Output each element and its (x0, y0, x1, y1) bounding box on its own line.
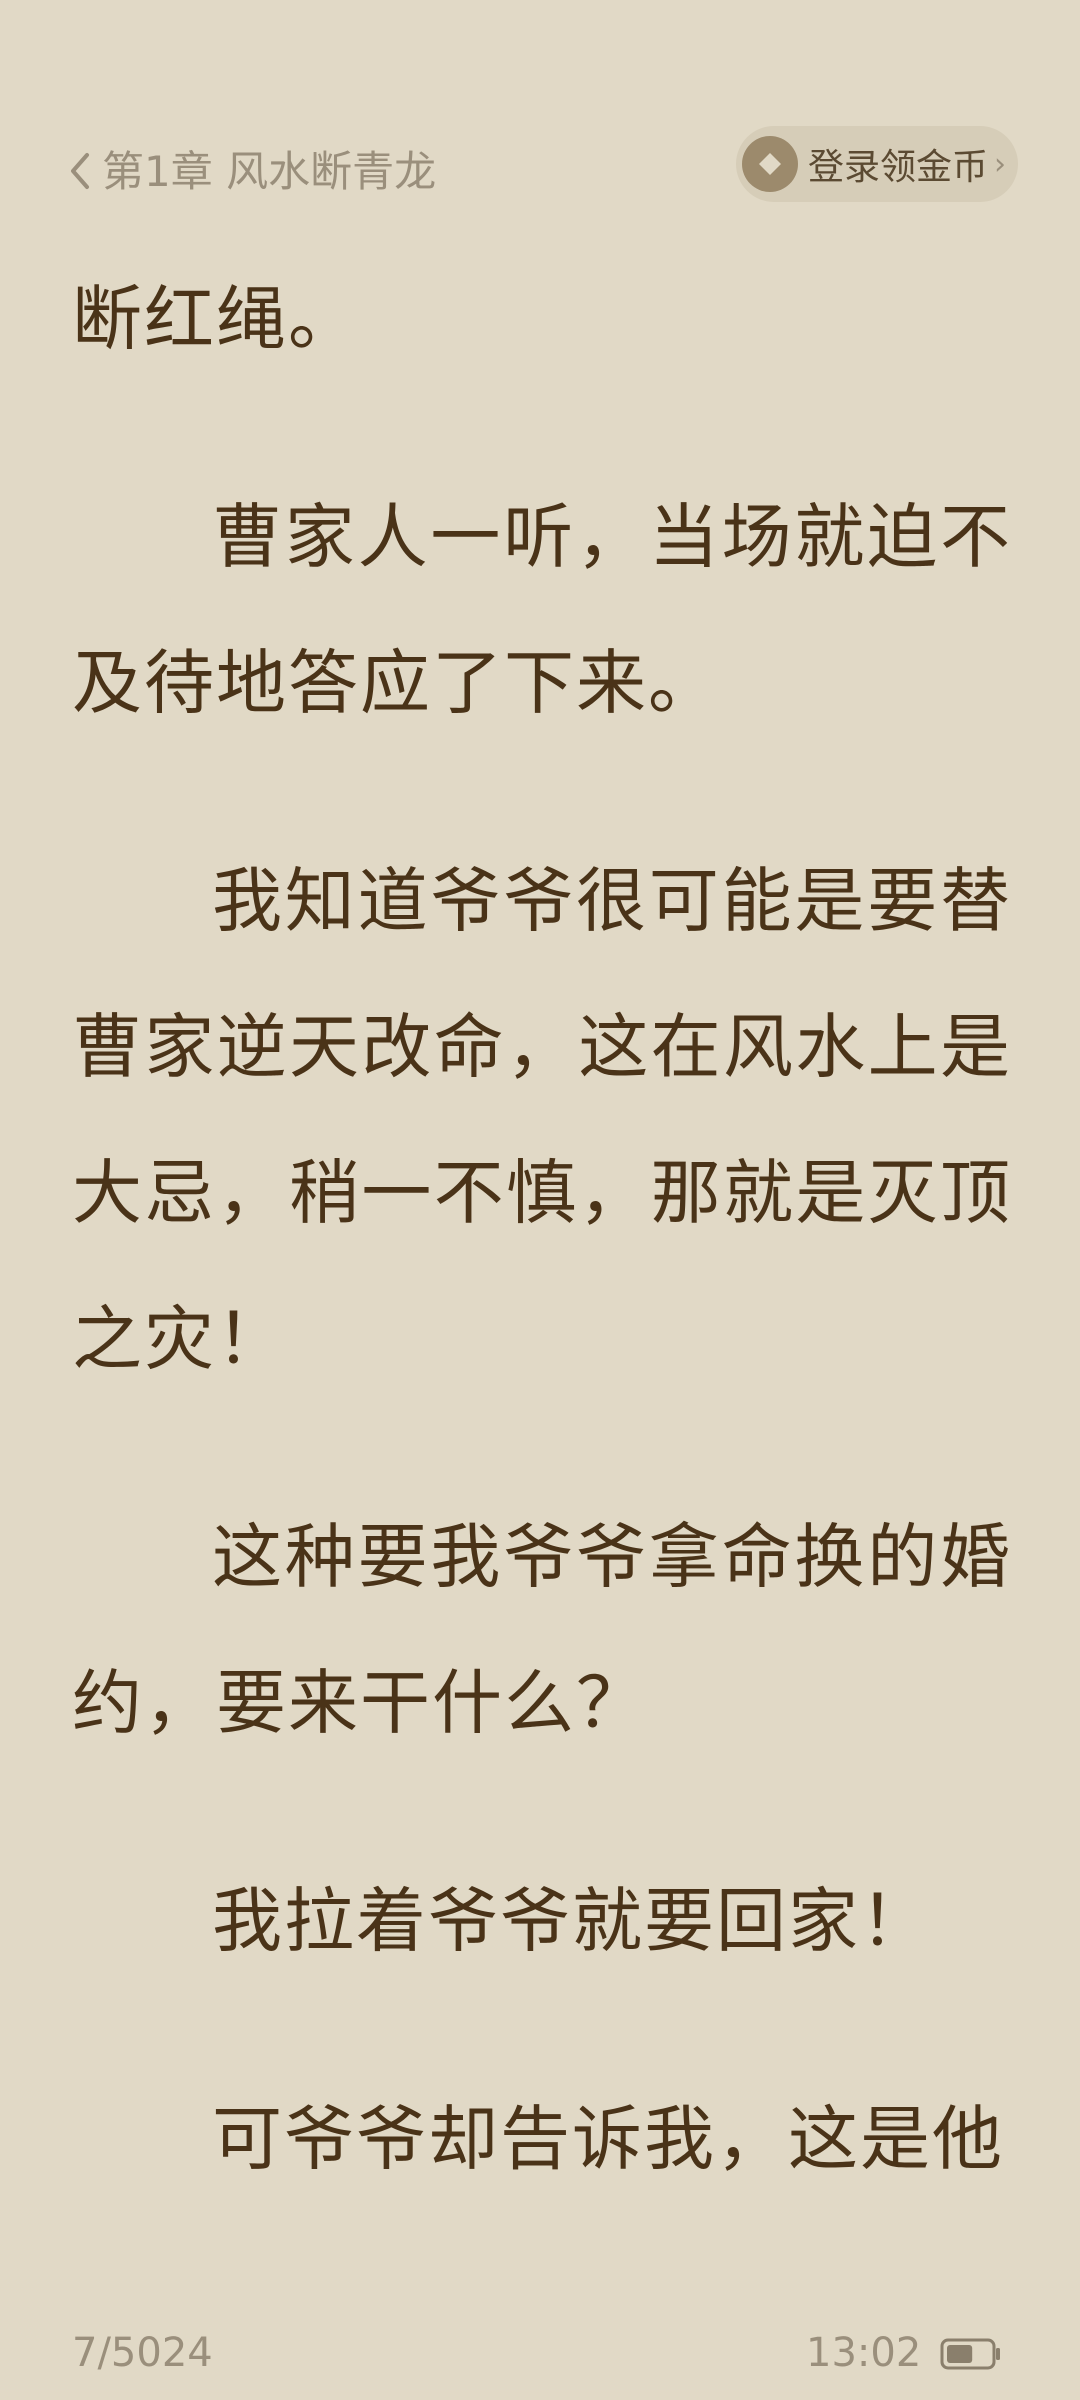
paragraph: 断红绳。 (72, 278, 360, 360)
chapter-title[interactable]: 第1章 风水断青龙 (102, 144, 436, 200)
chapter-content[interactable]: 断红绳。 曹家人一听，当场就迫不及待地答应了下来。 我知道爷爷很可能是要替曹家逆… (72, 246, 1012, 2212)
paragraph: 曹家人一听，当场就迫不及待地答应了下来。 (72, 496, 1012, 724)
reader-header: 第1章 风水断青龙 登录领金币 › (0, 126, 1080, 216)
chevron-left-icon (67, 151, 91, 191)
battery-icon (940, 2338, 1002, 2370)
coin-icon (742, 136, 798, 192)
paragraph: 可爷爷却告诉我，这是他 (212, 2098, 1004, 2180)
paragraph: 这种要我爷爷拿命换的婚约，要来干什么？ (72, 1516, 1012, 1744)
paragraph: 我拉着爷爷就要回家！ (212, 1880, 932, 1962)
coin-button-label: 登录领金币 (808, 147, 989, 188)
reader-footer: 7/5024 13:02 (0, 2326, 1080, 2382)
chevron-right-icon: › (994, 146, 1007, 182)
paragraph: 我知道爷爷很可能是要替曹家逆天改命，这在风水上是大忌，稍一不慎，那就是灭顶之灾！ (72, 860, 1012, 1380)
page-count: 7/5024 (72, 2330, 213, 2376)
login-coin-button[interactable]: 登录领金币 › (736, 126, 1018, 202)
back-button[interactable] (54, 146, 104, 196)
clock: 13:02 (806, 2330, 922, 2376)
